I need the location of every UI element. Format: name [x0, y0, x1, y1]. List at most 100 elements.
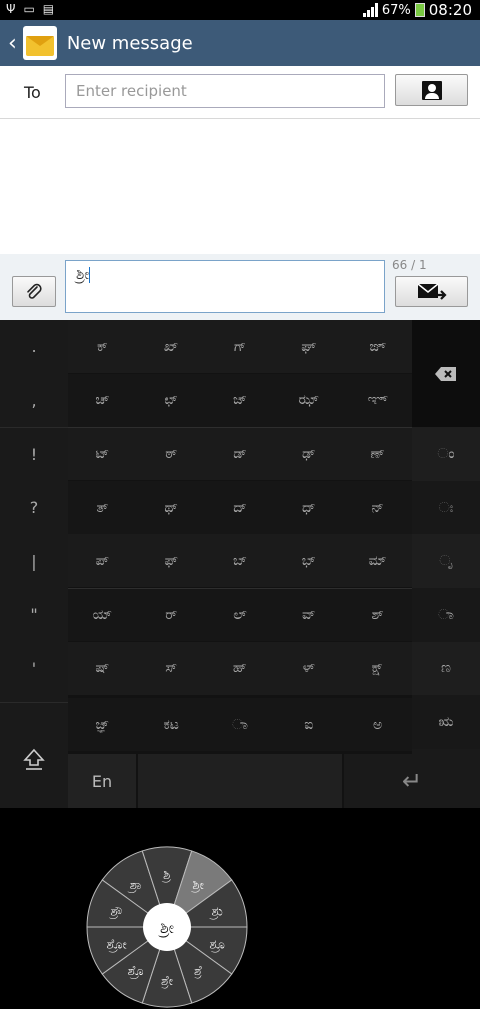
letter-key[interactable]: ಢ್: [274, 427, 343, 481]
letter-key[interactable]: ಝ್: [274, 374, 343, 428]
punctuation-key[interactable]: ': [0, 642, 68, 696]
letter-key[interactable]: ಗ್: [206, 320, 275, 374]
contacts-button[interactable]: [395, 74, 468, 106]
backspace-icon: [435, 367, 456, 381]
usb-icon: Ψ: [6, 2, 16, 16]
app-header: ‹ New message: [0, 20, 480, 66]
letter-key[interactable]: ಕಟ: [137, 698, 206, 752]
send-button[interactable]: [395, 276, 468, 307]
send-icon: [417, 282, 447, 300]
message-text: ಶ್ರೀ: [76, 265, 90, 283]
letter-key[interactable]: ಫ್: [137, 534, 206, 588]
picker-option[interactable]: ಶ್ರಾ: [127, 878, 142, 894]
letter-key[interactable]: ಕ್ಷ್: [343, 642, 412, 696]
divider: [0, 118, 480, 119]
attach-button[interactable]: [12, 276, 56, 307]
message-input[interactable]: ಶ್ರೀ: [65, 260, 385, 313]
paperclip-icon: [27, 283, 42, 299]
letter-key[interactable]: ಜ್: [206, 374, 275, 428]
punctuation-key[interactable]: .: [0, 320, 68, 374]
delete-key[interactable]: [412, 320, 480, 428]
compose-area: To ಶ್ರೀ 66 / 1: [0, 66, 480, 320]
letter-key[interactable]: ಧ್: [274, 481, 343, 535]
picker-option[interactable]: ಶ್ರೆ: [194, 964, 203, 979]
punctuation-key[interactable]: ?: [0, 481, 68, 535]
keyboard-icon: ▭: [23, 2, 35, 16]
shift-key[interactable]: [0, 702, 68, 808]
letter-key[interactable]: ಡ್: [206, 427, 275, 481]
enter-key[interactable]: ↵: [344, 754, 480, 808]
letter-key[interactable]: ಙ್: [343, 320, 412, 374]
picker-option[interactable]: ಶ್ರೊ: [128, 964, 145, 979]
letter-key[interactable]: ಚ್: [68, 374, 137, 428]
contact-icon: [422, 81, 442, 100]
picker-option[interactable]: ಶ್ರೀ: [190, 878, 204, 893]
nav-bar: [0, 808, 480, 820]
sign-key[interactable]: ೃ: [412, 534, 480, 588]
letter-key[interactable]: ಯ್: [68, 588, 137, 642]
letter-key[interactable]: ತ್: [68, 481, 137, 535]
letter-key[interactable]: ಳ್: [274, 642, 343, 696]
document-icon: ▤: [42, 2, 55, 16]
sign-key[interactable]: ಂ: [412, 427, 480, 481]
punctuation-key[interactable]: |: [0, 534, 68, 588]
letter-key[interactable]: ವ್: [274, 588, 343, 642]
picker-center-label: ಶ್ರೀ: [158, 918, 175, 938]
letter-key[interactable]: ಖ್: [137, 320, 206, 374]
sign-key[interactable]: ಃ: [412, 480, 480, 535]
shift-icon: [23, 748, 45, 770]
letter-key[interactable]: ಭ್: [274, 534, 343, 588]
status-bar: Ψ ▭ ▤ 67% 08:20: [0, 0, 480, 20]
letter-key[interactable]: ಅ: [343, 698, 412, 752]
letter-key[interactable]: ಮ್: [343, 534, 412, 588]
recipient-input[interactable]: [65, 74, 385, 108]
letter-key[interactable]: ಹ್: [206, 642, 275, 696]
sign-key[interactable]: ಣ: [412, 641, 480, 696]
letter-key[interactable]: ಠ್: [137, 427, 206, 481]
letter-key[interactable]: ಾ: [206, 698, 275, 752]
clock: 08:20: [428, 1, 472, 19]
letter-key[interactable]: ಣ್: [343, 427, 412, 481]
character-picker[interactable]: ಶ್ರಾ ಶ್ರಿ ಶ್ರೀ ಶ್ರು ಶ್ರೂ ಶ್ರೆ ಶ್ರೇ ಶ್ರೊಶ್ರೋ ಶ್ರೌ…: [85, 845, 249, 1009]
letter-key[interactable]: ದ್: [206, 481, 275, 535]
picker-option[interactable]: ಶ್ರೇ: [161, 974, 174, 989]
letter-key[interactable]: ಲ್: [206, 588, 275, 642]
swype-keyboard: En ↵ ಶ್ರಾ ಶ್ರಿ ಶ್ರೀ ಶ್ರು ಶ್ರೂ ಶ್ರೆ ಶ್ರೇ ಶ್ರೊ ಶ್ರ…: [0, 320, 480, 1008]
letter-key[interactable]: ಸ್: [137, 642, 206, 696]
text-cursor: [89, 266, 91, 283]
letter-key[interactable]: ಥ್: [137, 481, 206, 535]
signal-icon: [362, 3, 378, 17]
picker-option[interactable]: ಶ್ರೋ: [106, 937, 127, 952]
language-key[interactable]: En: [68, 754, 136, 808]
picker-option[interactable]: ಶ್ರೌ: [108, 905, 123, 920]
punctuation-key[interactable]: !: [0, 427, 68, 481]
letter-key[interactable]: ಟ್: [68, 427, 137, 481]
punctuation-key[interactable]: ": [0, 588, 68, 642]
letter-key[interactable]: ಐ: [274, 698, 343, 752]
sign-key[interactable]: ಾ: [412, 588, 480, 642]
letter-key[interactable]: ಪ್: [68, 534, 137, 588]
letter-key[interactable]: ಞ್: [343, 374, 412, 428]
letter-key[interactable]: ಜ್ಞ್: [68, 698, 137, 752]
sign-key[interactable]: ಋ: [412, 695, 480, 749]
chevron-left-icon[interactable]: ‹: [8, 31, 17, 56]
punctuation-key[interactable]: ,: [0, 374, 68, 428]
letter-key[interactable]: ನ್: [343, 481, 412, 535]
letter-key[interactable]: ಕ್: [68, 320, 137, 374]
battery-icon: [414, 3, 425, 17]
picker-option[interactable]: ಶ್ರು: [209, 905, 224, 920]
envelope-icon: [22, 26, 57, 60]
letter-key[interactable]: ಷ್: [68, 642, 137, 696]
picker-option[interactable]: ಶ್ರೂ: [209, 937, 225, 952]
letter-key[interactable]: ಘ್: [274, 320, 343, 374]
letter-key[interactable]: ಶ್: [343, 588, 412, 642]
page-title: New message: [66, 32, 193, 54]
to-label: To: [24, 83, 41, 102]
space-key[interactable]: [138, 754, 342, 808]
letter-key[interactable]: ಛ್: [137, 374, 206, 428]
letter-key[interactable]: ಬ್: [206, 534, 275, 588]
battery-percent: 67%: [381, 2, 411, 18]
picker-option[interactable]: ಶ್ರಿ: [161, 868, 171, 883]
letter-key[interactable]: ರ್: [137, 588, 206, 642]
character-counter: 66 / 1: [392, 258, 427, 272]
